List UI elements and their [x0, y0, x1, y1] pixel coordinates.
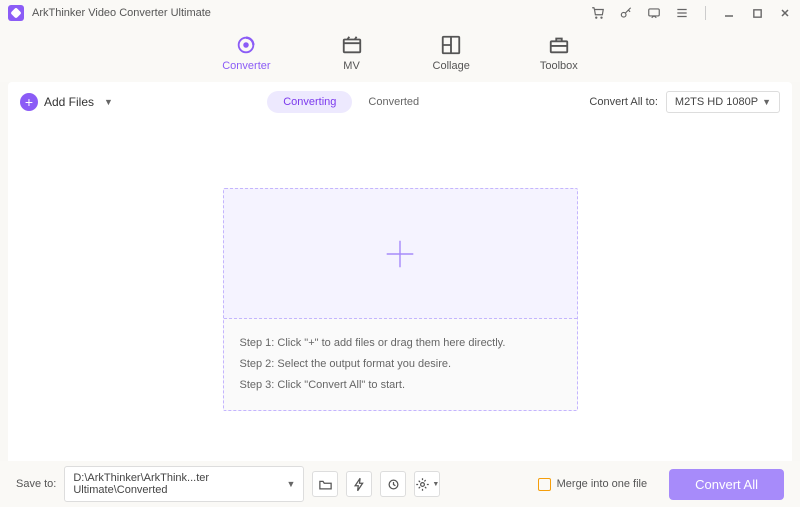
plus-large-icon [381, 235, 419, 273]
dropzone-add-area[interactable] [224, 189, 577, 319]
open-folder-button[interactable] [312, 471, 338, 497]
mv-icon [341, 34, 363, 56]
main-area: Step 1: Click "+" to add files or drag t… [8, 122, 792, 477]
chevron-down-icon: ▼ [104, 97, 113, 107]
step-2: Step 2: Select the output format you des… [240, 354, 561, 375]
app-title: ArkThinker Video Converter Ultimate [32, 7, 211, 19]
chevron-down-icon: ▼ [762, 97, 771, 107]
format-dropdown[interactable]: M2TS HD 1080P ▼ [666, 91, 780, 113]
menu-icon[interactable] [675, 6, 689, 20]
separator [705, 6, 706, 20]
key-icon[interactable] [619, 6, 633, 20]
step-3: Step 3: Click "Convert All" to start. [240, 375, 561, 396]
collage-icon [440, 34, 462, 56]
mode-toggle: Converting Converted [267, 91, 435, 113]
toolbox-icon [548, 34, 570, 56]
plus-icon: + [20, 93, 38, 111]
mode-converting[interactable]: Converting [267, 91, 352, 113]
instructions: Step 1: Click "+" to add files or drag t… [224, 319, 577, 410]
checkbox-icon [538, 478, 551, 491]
feedback-icon[interactable] [647, 6, 661, 20]
tab-mv[interactable]: MV [341, 34, 363, 72]
save-path-dropdown[interactable]: D:\ArkThinker\ArkThink...ter Ultimate\Co… [64, 466, 304, 502]
merge-checkbox[interactable]: Merge into one file [538, 478, 648, 491]
content-area: + Add Files ▼ Converting Converted Conve… [8, 82, 792, 477]
tab-toolbox[interactable]: Toolbox [540, 34, 578, 72]
hw-accel-off-button[interactable] [380, 471, 406, 497]
cart-icon[interactable] [591, 6, 605, 20]
step-1: Step 1: Click "+" to add files or drag t… [240, 333, 561, 354]
tab-collage[interactable]: Collage [433, 34, 470, 72]
main-tabs: Converter MV Collage Toolbox [0, 26, 800, 82]
add-files-button[interactable]: + Add Files ▼ [20, 93, 113, 111]
chevron-down-icon: ▼ [286, 479, 295, 489]
dropzone: Step 1: Click "+" to add files or drag t… [223, 188, 578, 411]
tab-converter[interactable]: Converter [222, 34, 270, 72]
maximize-button[interactable] [750, 6, 764, 20]
settings-button[interactable]: ▼ [414, 471, 440, 497]
converter-icon [235, 34, 257, 56]
hw-accel-on-button[interactable] [346, 471, 372, 497]
convert-all-button[interactable]: Convert All [669, 469, 784, 500]
toolbar: + Add Files ▼ Converting Converted Conve… [8, 82, 792, 122]
mode-converted[interactable]: Converted [352, 91, 435, 113]
convert-all-to-label: Convert All to: [589, 96, 657, 108]
titlebar: ArkThinker Video Converter Ultimate [0, 0, 800, 26]
save-to-label: Save to: [16, 478, 56, 490]
chevron-down-icon: ▼ [432, 481, 439, 488]
app-icon [8, 5, 24, 21]
footer: Save to: D:\ArkThinker\ArkThink...ter Ul… [0, 461, 800, 507]
close-button[interactable] [778, 6, 792, 20]
minimize-button[interactable] [722, 6, 736, 20]
